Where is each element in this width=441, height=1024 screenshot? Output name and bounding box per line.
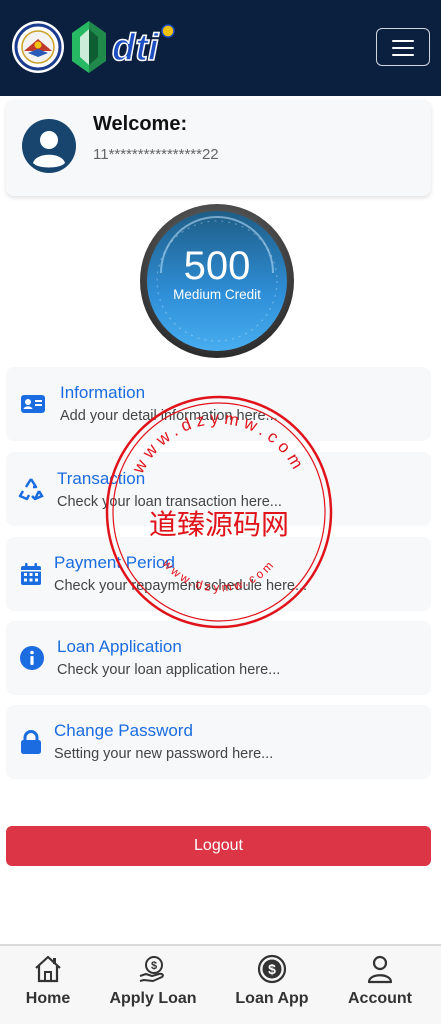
dollar-coin-icon: $ <box>257 954 287 984</box>
tab-account[interactable]: Account <box>330 946 430 1024</box>
menu-card-payment-period[interactable]: Payment Period Check your repayment sche… <box>6 537 431 611</box>
dti-gem-logo <box>72 21 106 73</box>
menu-title: Payment Period <box>54 553 175 572</box>
home-icon <box>35 955 61 983</box>
svg-text:dti: dti <box>112 27 160 69</box>
hamburger-menu-button[interactable] <box>376 28 430 66</box>
svg-text:$: $ <box>268 961 276 977</box>
masked-account-id: 11****************22 <box>93 146 219 163</box>
welcome-title: Welcome: <box>93 113 188 135</box>
menu-card-transaction[interactable]: Transaction Check your loan transaction … <box>6 452 431 526</box>
menu-title: Loan Application <box>57 637 182 656</box>
tab-label: Home <box>25 990 71 1007</box>
menu-title: Transaction <box>57 469 146 488</box>
government-seal-logo <box>12 21 64 73</box>
menu-title: Change Password <box>54 721 193 740</box>
tab-home[interactable]: Home <box>0 946 96 1024</box>
app-header: dti <box>0 0 441 96</box>
menu-card-information[interactable]: Information Add your detail information … <box>6 367 431 441</box>
svg-text:$: $ <box>151 960 157 972</box>
money-hand-icon: $ <box>139 956 164 982</box>
tab-label: Apply Loan <box>109 990 197 1007</box>
menu-subtitle: Add your detail information here... <box>60 408 278 424</box>
recycle-icon <box>18 478 44 501</box>
bottom-tab-bar: Home $ Apply Loan $ Loan App Account <box>0 944 441 1024</box>
tab-loan-app[interactable]: $ Loan App <box>214 946 330 1024</box>
menu-subtitle: Setting your new password here... <box>54 746 274 762</box>
menu-subtitle: Check your repayment schedule here... <box>54 578 308 594</box>
tab-apply-loan[interactable]: $ Apply Loan <box>96 946 210 1024</box>
menu-card-change-password[interactable]: Change Password Setting your new passwor… <box>6 705 431 779</box>
info-circle-icon <box>20 646 44 670</box>
credit-level-label: Medium Credit <box>173 287 261 302</box>
welcome-card: Welcome: 11****************22 <box>6 100 431 196</box>
menu-subtitle: Check your loan transaction here... <box>57 494 282 510</box>
credit-score-value: 500 <box>183 244 251 288</box>
user-icon <box>367 955 393 984</box>
menu-card-loan-application[interactable]: Loan Application Check your loan applica… <box>6 621 431 695</box>
tab-label: Loan App <box>235 990 309 1007</box>
calendar-icon <box>21 563 41 585</box>
id-card-icon <box>21 395 45 413</box>
lock-icon <box>21 730 41 754</box>
dti-wordmark-logo: dti <box>111 24 175 70</box>
menu-subtitle: Check your loan application here... <box>57 662 281 678</box>
logout-button[interactable]: Logout <box>6 826 431 866</box>
user-avatar-icon <box>22 119 76 173</box>
tab-label: Account <box>348 990 412 1007</box>
menu-title: Information <box>60 383 146 402</box>
